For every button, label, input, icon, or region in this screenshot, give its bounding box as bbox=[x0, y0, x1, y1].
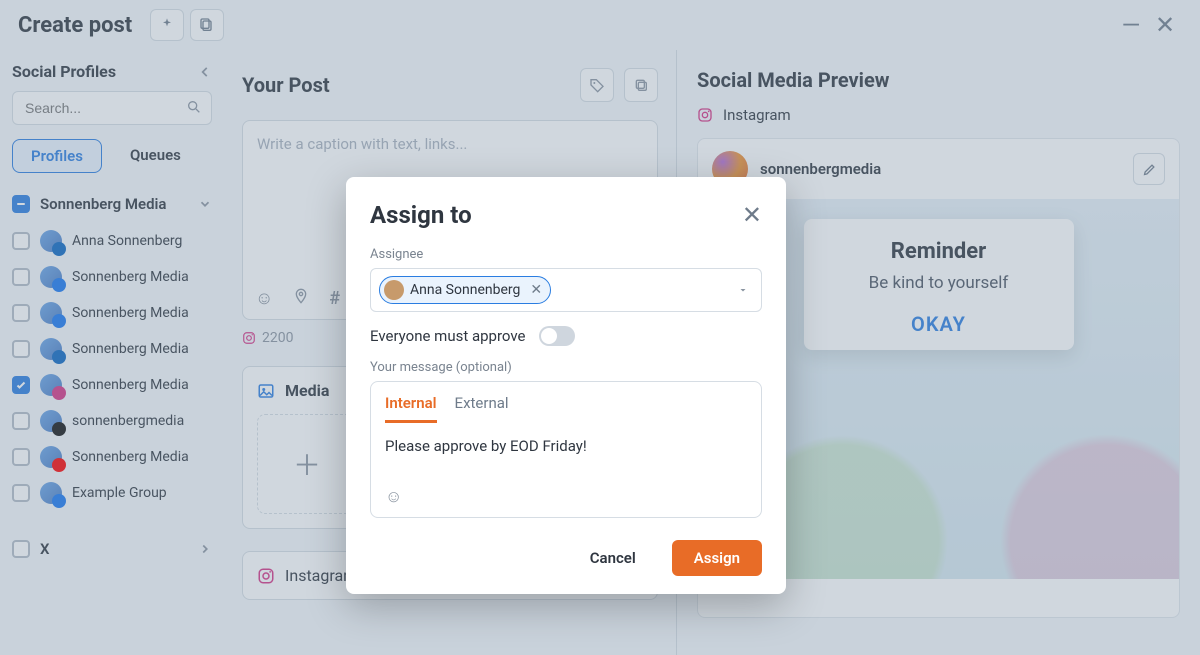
assignee-chip-name: Anna Sonnenberg bbox=[410, 282, 520, 298]
assignee-chip[interactable]: Anna Sonnenberg ✕ bbox=[379, 276, 551, 304]
modal-close-button[interactable]: ✕ bbox=[742, 201, 762, 229]
assign-modal: Assign to ✕ Assignee Anna Sonnenberg ✕ E… bbox=[346, 177, 786, 594]
message-box: Internal External Please approve by EOD … bbox=[370, 381, 762, 518]
message-tab-internal[interactable]: Internal bbox=[385, 394, 437, 423]
message-emoji-button[interactable]: ☺ bbox=[385, 487, 747, 507]
assignee-select[interactable]: Anna Sonnenberg ✕ bbox=[370, 268, 762, 312]
message-label: Your message (optional) bbox=[370, 360, 762, 375]
approve-toggle-label: Everyone must approve bbox=[370, 327, 525, 345]
assignee-label: Assignee bbox=[370, 247, 762, 262]
message-tab-external[interactable]: External bbox=[455, 394, 509, 423]
remove-chip-icon[interactable]: ✕ bbox=[530, 282, 542, 298]
dropdown-caret-icon[interactable] bbox=[737, 284, 749, 296]
cancel-button[interactable]: Cancel bbox=[568, 540, 658, 576]
caret-down-icon bbox=[737, 284, 749, 296]
approve-toggle[interactable] bbox=[539, 326, 575, 346]
assign-button[interactable]: Assign bbox=[672, 540, 762, 576]
modal-title: Assign to bbox=[370, 201, 472, 229]
avatar bbox=[384, 280, 404, 300]
message-textarea[interactable]: Please approve by EOD Friday! bbox=[385, 437, 747, 455]
